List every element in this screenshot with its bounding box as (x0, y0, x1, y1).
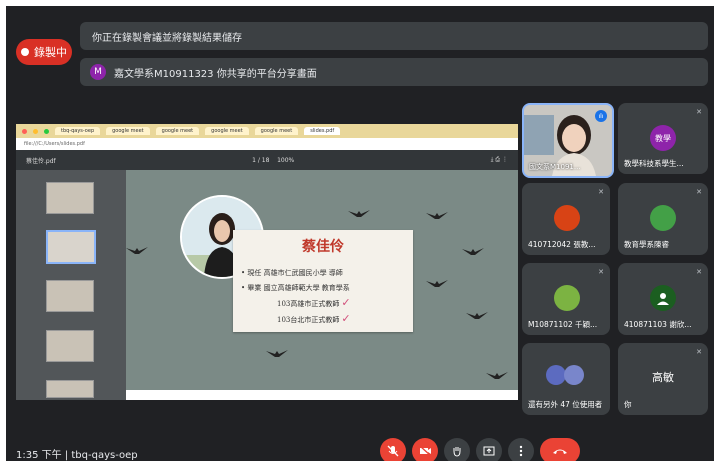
participant-avatar (554, 285, 580, 311)
browser-tab[interactable]: google meet (106, 127, 150, 135)
participant-tile[interactable]: ✕ 410871103 謝欣... (618, 263, 708, 335)
participant-name: 教育學系陳睿 (624, 240, 669, 249)
mic-off-icon: ✕ (696, 108, 702, 116)
self-name-large: 高敏 (652, 371, 674, 384)
participant-avatar (564, 365, 584, 385)
browser-tab[interactable]: google meet (254, 127, 299, 135)
mic-off-icon: ✕ (598, 188, 604, 196)
presenting-notice-text: 嘉文學系M10911323 你共享的平台分享畫面 (114, 68, 317, 80)
bird-icon (348, 210, 370, 217)
meeting-info: 1:35 下午 | tbq-qays-oep (16, 450, 138, 461)
present-button[interactable] (476, 438, 502, 461)
participant-name: M10871102 千穎... (528, 320, 598, 329)
meet-window: 錄製中 你正在錄製會議並將錄製結果儲存 M 嘉文學系M10911323 你共享的… (6, 6, 714, 461)
raise-hand-button[interactable] (444, 438, 470, 461)
mic-off-icon: ✕ (696, 348, 702, 356)
more-options-button[interactable] (508, 438, 534, 461)
bird-icon (126, 247, 148, 254)
participant-avatar (650, 205, 676, 231)
participant-tile-speaking[interactable]: ılı 國文系M1091... (522, 103, 614, 178)
thumbnail-selected[interactable] (46, 230, 96, 264)
meeting-code[interactable]: tbq-qays-oep (71, 450, 137, 461)
more-options-icon (519, 445, 523, 457)
mic-off-icon: ✕ (696, 268, 702, 276)
bird-icon (486, 372, 508, 379)
bird-icon (466, 312, 488, 319)
presenting-notice[interactable]: M 嘉文學系M10911323 你共享的平台分享畫面 (80, 58, 708, 86)
recording-badge[interactable]: 錄製中 (16, 39, 72, 65)
participant-avatar (546, 365, 566, 385)
slide-line: • 畢業 國立高雄師範大學 教育學系 (241, 284, 350, 292)
shared-screen[interactable]: tbq-qays-oep google meet google meet goo… (16, 124, 518, 400)
present-icon (483, 446, 495, 456)
camera-off-icon (419, 445, 431, 457)
self-tile[interactable]: ✕ 高敏 你 (618, 343, 708, 415)
end-call-icon (553, 449, 567, 454)
mic-off-icon: ✕ (696, 188, 702, 196)
thumbnail[interactable] (46, 380, 94, 398)
thumbnail[interactable] (46, 182, 94, 214)
browser-tab[interactable]: google meet (155, 127, 200, 135)
participant-tile[interactable]: ✕ 教學 教學科技系學生... (618, 103, 708, 174)
pdf-zoom[interactable]: 100% (277, 157, 294, 164)
slide-name: 蔡佳伶 (302, 239, 344, 255)
slide-canvas: 蔡佳伶 • 現任 高雄市仁武國民小學 導師 • 畢業 國立高雄師範大學 教育學系… (126, 170, 518, 392)
presenter-avatar: M (90, 64, 106, 80)
bird-icon (266, 350, 288, 357)
mic-off-icon: ✕ (598, 268, 604, 276)
bird-icon (426, 280, 448, 287)
participant-avatar (650, 285, 676, 311)
record-dot-icon (21, 48, 29, 56)
mic-toggle-button[interactable] (380, 438, 406, 461)
participant-name: 國文系M1091... (529, 163, 581, 171)
slide-line: • 現任 高雄市仁武國民小學 導師 (241, 269, 343, 277)
mic-off-icon (387, 445, 399, 457)
thumbnail[interactable] (46, 280, 94, 312)
slide-line: 103台北市正式教師 ✓ (277, 312, 351, 325)
participant-avatar: 教學 (650, 125, 676, 151)
slide-footer (126, 390, 518, 400)
minimize-window-icon[interactable] (33, 128, 38, 134)
pdf-title: 蔡佳伶.pdf (26, 157, 56, 165)
browser-tab[interactable]: google meet (205, 127, 249, 135)
participant-tile[interactable]: ✕ 教育學系陳睿 (618, 183, 708, 255)
participant-name: 教學科技系學生... (624, 159, 684, 168)
recording-notice[interactable]: 你正在錄製會議並將錄製結果儲存 (80, 22, 708, 50)
browser-tab[interactable]: tbq-qays-oep (55, 127, 101, 135)
pdf-toolbar: 蔡佳伶.pdf 1 / 18 100% ⤓ ⎙ ⋮ (16, 150, 518, 170)
bird-icon (462, 248, 484, 255)
camera-toggle-button[interactable] (412, 438, 438, 461)
more-participants-tile[interactable]: 還有另外 47 位使用者 (522, 343, 610, 415)
self-label: 你 (624, 400, 632, 409)
download-icon[interactable]: ⤓ ⎙ ⋮ (491, 156, 508, 164)
more-participants-label: 還有另外 47 位使用者 (528, 400, 603, 409)
recording-label: 錄製中 (34, 46, 67, 59)
pdf-thumbnails (16, 170, 126, 400)
address-text: file:///C:/Users/slides.pdf (24, 141, 85, 147)
checkmark-icon: ✓ (341, 296, 351, 309)
participant-tile[interactable]: ✕ M10871102 千穎... (522, 263, 610, 335)
thumbnail[interactable] (46, 330, 94, 362)
intro-card: 蔡佳伶 • 現任 高雄市仁武國民小學 導師 • 畢業 國立高雄師範大學 教育學系… (233, 230, 413, 332)
participant-avatar (554, 205, 580, 231)
maximize-window-icon[interactable] (44, 128, 49, 134)
person-icon (657, 293, 669, 305)
speaking-indicator-icon: ılı (595, 110, 607, 122)
participant-tile[interactable]: ✕ 410712042 張教... (522, 183, 610, 255)
browser-tab-active[interactable]: slides.pdf (304, 127, 341, 135)
raise-hand-icon (453, 447, 461, 457)
pdf-page-indicator[interactable]: 1 / 18 (252, 157, 269, 164)
participant-name: 410712042 張教... (528, 240, 596, 249)
meeting-time: 1:35 下午 (16, 450, 62, 461)
bird-icon (426, 212, 448, 219)
checkmark-icon: ✓ (341, 312, 351, 325)
end-call-button[interactable] (540, 438, 580, 461)
recording-notice-text: 你正在錄製會議並將錄製結果儲存 (92, 32, 242, 44)
participant-name: 410871103 謝欣... (624, 320, 692, 329)
slide-line: 103高雄市正式教師 ✓ (277, 296, 351, 309)
close-window-icon[interactable] (22, 128, 27, 134)
browser-tabbar: tbq-qays-oep google meet google meet goo… (16, 124, 518, 138)
